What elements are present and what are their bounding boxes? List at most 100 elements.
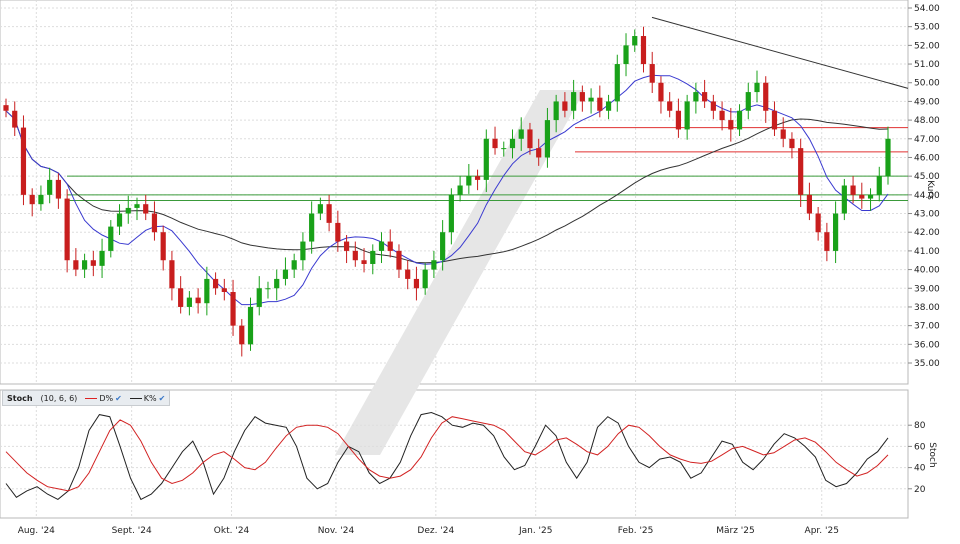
candle — [448, 194, 454, 233]
candle — [309, 213, 315, 242]
candle — [108, 226, 114, 251]
candle — [195, 297, 201, 304]
candle — [833, 213, 839, 251]
candle — [38, 194, 44, 205]
candle — [754, 82, 760, 93]
y-tick-label: 54.00 — [914, 4, 940, 14]
candle — [736, 110, 743, 130]
candle — [605, 101, 612, 111]
candle — [169, 260, 175, 289]
candle — [579, 92, 585, 102]
candle — [527, 129, 533, 149]
candle — [300, 241, 306, 261]
candle — [387, 241, 393, 251]
candle — [361, 260, 367, 264]
candle — [335, 222, 341, 242]
candle — [667, 101, 673, 111]
candle — [239, 325, 245, 345]
candle — [396, 250, 402, 270]
candle — [885, 138, 891, 177]
candle — [771, 110, 778, 130]
candle — [291, 260, 297, 270]
candle — [151, 213, 158, 233]
candle — [99, 250, 105, 266]
stoch-y-tick-label: 80 — [914, 421, 926, 431]
candle — [850, 185, 856, 195]
candle — [282, 269, 289, 279]
candle — [789, 138, 795, 149]
candle — [719, 110, 725, 121]
x-tick-label: Sept. '24 — [112, 526, 152, 536]
candle — [29, 194, 35, 205]
price-panel — [0, 0, 909, 385]
stoch-legend-bar[interactable]: Stoch (10, 6, 6) D% ✔ K% ✔ — [2, 390, 171, 406]
candle — [90, 260, 96, 266]
candle — [710, 101, 716, 111]
candle — [815, 213, 821, 233]
y-tick-label: 43.00 — [914, 210, 940, 220]
stoch-panel — [0, 389, 909, 519]
candle — [614, 64, 620, 102]
candle — [702, 92, 708, 102]
stoch-y-tick-label: 40 — [914, 464, 926, 474]
y-tick-label: 51.00 — [914, 60, 940, 70]
candle — [160, 232, 166, 261]
x-tick-label: Feb. '25 — [618, 526, 654, 536]
candle — [317, 204, 323, 214]
candle — [571, 92, 577, 111]
candle — [562, 101, 568, 111]
candle — [3, 105, 9, 111]
candle — [73, 260, 79, 270]
candle — [431, 260, 437, 270]
candle — [518, 129, 524, 139]
stock-chart: Aug. '24 Sept. '24 Okt. '24 Nov. '24 Dez. '2… — [0, 0, 960, 540]
candle — [632, 36, 638, 46]
candle — [265, 288, 271, 290]
stoch-d-legend[interactable]: D% ✔ — [81, 394, 125, 403]
candle — [47, 179, 53, 195]
candle — [457, 185, 463, 195]
candle — [204, 278, 210, 304]
candle — [370, 250, 376, 264]
x-tick-label: Aug. '24 — [18, 526, 55, 536]
stoch-y-tick-label: 60 — [914, 442, 926, 452]
candle — [326, 204, 332, 223]
candle — [876, 176, 882, 195]
y-tick-label: 35.00 — [914, 359, 940, 369]
candle — [378, 241, 385, 251]
x-tick-label: Dez. '24 — [417, 526, 454, 536]
candle — [597, 97, 603, 111]
candle — [352, 250, 358, 261]
candle — [178, 288, 184, 307]
candle — [466, 176, 472, 186]
candle — [553, 101, 559, 121]
x-tick-label: Apr. '25 — [805, 526, 839, 536]
candle — [544, 120, 551, 158]
candle — [422, 269, 428, 289]
candle — [675, 110, 682, 130]
candle — [440, 232, 446, 261]
candle — [343, 241, 350, 251]
candle — [55, 179, 61, 199]
candle — [536, 148, 542, 158]
candle — [247, 306, 254, 345]
candle — [806, 194, 813, 214]
y-tick-label: 50.00 — [914, 79, 940, 89]
candle — [649, 64, 655, 83]
candle — [230, 292, 236, 326]
y-tick-label: 46.00 — [914, 153, 940, 163]
candle — [474, 176, 481, 180]
x-tick-label: Okt. '24 — [214, 526, 250, 536]
candle — [483, 138, 489, 180]
y-tick-label: 39.00 — [914, 284, 940, 294]
chart-svg: Aug. '24 Sept. '24 Okt. '24 Nov. '24 Dez. '2… — [0, 0, 940, 536]
stoch-params[interactable]: (10, 6, 6) — [37, 394, 82, 403]
candle — [12, 110, 18, 128]
y-tick-label: 52.00 — [914, 41, 940, 51]
candle — [780, 129, 786, 139]
y-tick-label: 48.00 — [914, 116, 940, 126]
candle — [81, 260, 88, 270]
candle — [405, 269, 411, 279]
candle — [640, 36, 647, 65]
stoch-k-legend[interactable]: K% ✔ — [126, 394, 170, 403]
